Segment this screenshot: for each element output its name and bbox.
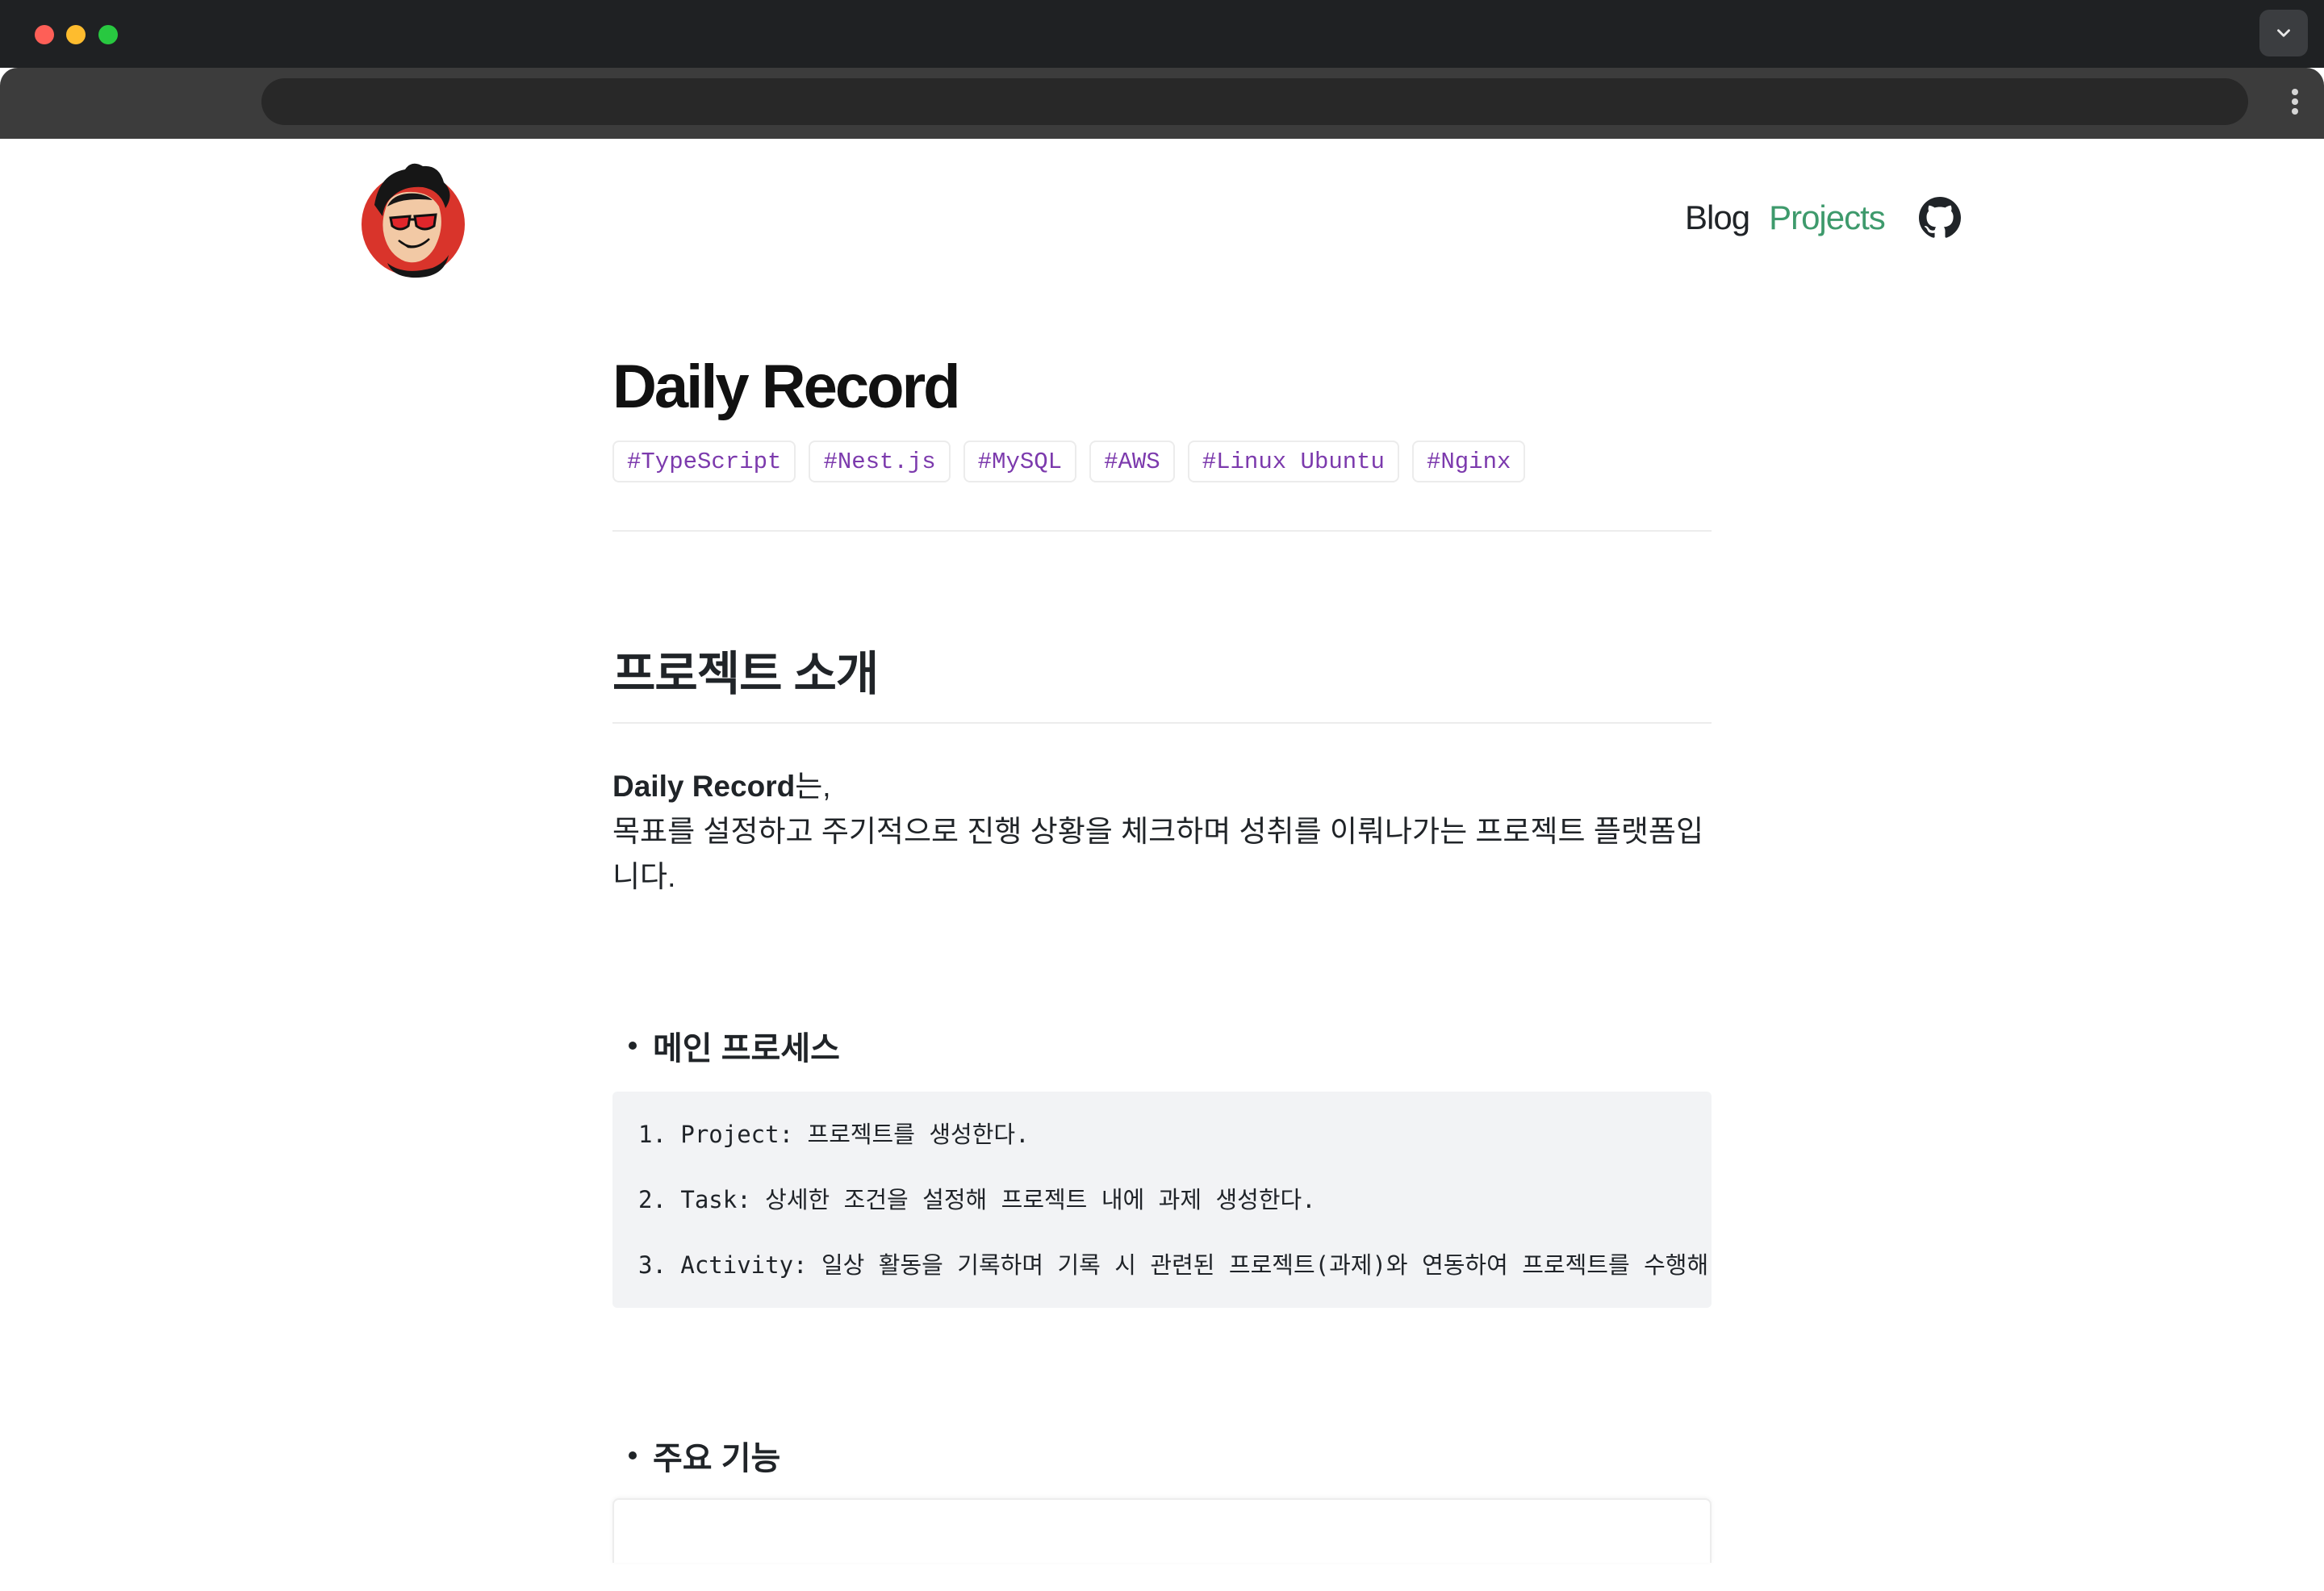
subheading-main-process: 메인 프로세스 <box>612 1025 1712 1067</box>
tag-nginx[interactable]: #Nginx <box>1411 441 1526 482</box>
main-process-code-block[interactable]: 1. Project: 프로젝트를 생성한다. 2. Task: 상세한 조건을… <box>612 1092 1712 1308</box>
section-heading-intro: 프로젝트 소개 <box>612 648 879 700</box>
subheading-features: 주요 기능 <box>612 1435 1712 1476</box>
intro-name-suffix: 는, <box>795 770 831 803</box>
github-icon <box>1919 197 1961 238</box>
main-nav: Blog Projects <box>1685 194 1886 242</box>
minimize-window-button[interactable] <box>66 25 86 44</box>
project-article: Daily Record #TypeScript #Nest.js #MySQL… <box>612 347 1712 1563</box>
bullet-icon <box>629 1451 637 1459</box>
tag-typescript[interactable]: #TypeScript <box>612 441 796 482</box>
tab-search-button[interactable] <box>2259 10 2308 56</box>
browser-titlebar <box>0 0 2324 68</box>
tag-aws[interactable]: #AWS <box>1089 441 1175 482</box>
avatar <box>362 163 465 278</box>
address-bar[interactable] <box>261 78 2248 125</box>
close-window-button[interactable] <box>35 25 54 44</box>
intro-project-name: Daily Record <box>612 770 796 803</box>
chevron-down-icon <box>2277 29 2290 37</box>
maximize-window-button[interactable] <box>98 25 118 44</box>
process-step: 3. Activity: 일상 활동을 기록하며 기록 시 관련된 프로젝트(과… <box>638 1251 1712 1279</box>
page-title: Daily Record <box>612 353 961 421</box>
title-divider <box>612 530 1712 532</box>
intro-description: 목표를 설정하고 주기적으로 진행 상황을 체크하며 성취를 이뤄나가는 프로젝… <box>612 815 1703 893</box>
github-link[interactable] <box>1919 197 1961 239</box>
tag-nestjs[interactable]: #Nest.js <box>809 441 951 482</box>
process-step: 2. Task: 상세한 조건을 설정해 프로젝트 내에 과제 생성한다. <box>638 1186 1316 1213</box>
bullet-icon <box>629 1042 637 1050</box>
process-step: 1. Project: 프로젝트를 생성한다. <box>638 1121 1030 1148</box>
section-divider <box>612 722 1712 724</box>
subheading-features-label: 주요 기능 <box>653 1441 781 1476</box>
intro-paragraph: Daily Record는, 목표를 설정하고 주기적으로 진행 상황을 체크하… <box>612 764 1712 900</box>
features-card <box>612 1498 1712 1563</box>
avatar-home-link[interactable] <box>355 158 468 279</box>
tag-linux-ubuntu[interactable]: #Linux Ubuntu <box>1187 441 1399 482</box>
kebab-menu-icon[interactable] <box>2285 86 2305 118</box>
tag-mysql[interactable]: #MySQL <box>963 441 1077 482</box>
nav-link-blog[interactable]: Blog <box>1685 198 1750 237</box>
nav-link-projects[interactable]: Projects <box>1769 198 1886 237</box>
tag-list: #TypeScript #Nest.js #MySQL #AWS #Linux … <box>612 441 1712 482</box>
subheading-main-process-label: 메인 프로세스 <box>653 1031 840 1067</box>
